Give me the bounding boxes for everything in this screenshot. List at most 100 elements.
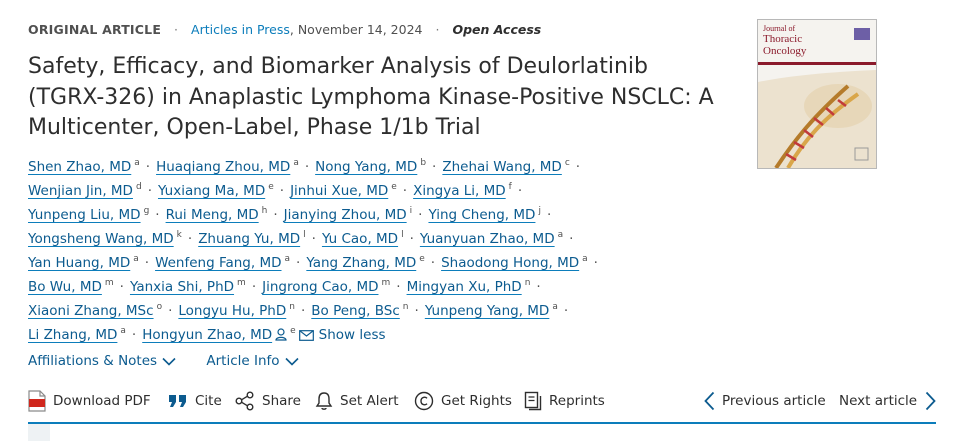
author-name[interactable]: Yu Cao, MD [322, 231, 398, 247]
affiliation-marker[interactable]: n [403, 302, 409, 312]
reprints-icon [524, 391, 542, 411]
affiliation-marker[interactable]: a [133, 254, 139, 264]
content-tab-start [28, 424, 50, 441]
affiliation-marker[interactable]: h [262, 206, 268, 216]
previous-article-button[interactable]: Previous article [704, 388, 826, 414]
cover-line: Thoracic [763, 33, 803, 45]
affiliation-marker[interactable]: i [410, 206, 413, 216]
author-separator: · [536, 279, 541, 295]
affiliation-marker[interactable]: o [157, 302, 163, 312]
author-name[interactable]: Jianying Zhou, MD [284, 207, 407, 223]
affiliation-marker[interactable]: e [391, 182, 397, 192]
author-separator: · [145, 159, 151, 175]
affiliation-marker[interactable]: a [285, 254, 291, 264]
next-article-button[interactable]: Next article [839, 388, 936, 414]
affiliation-marker[interactable]: m [381, 278, 390, 288]
author-name[interactable]: Mingyan Xu, PhD [407, 279, 522, 295]
mail-icon[interactable] [298, 330, 314, 341]
articles-in-press-link[interactable]: Articles in Press [191, 22, 290, 37]
author-name[interactable]: Wenjian Jin, MD [28, 183, 133, 199]
affiliation-marker[interactable]: a [293, 158, 299, 168]
author-rows: Shen Zhao, MD a · Huaqiang Zhou, MD a · Nong Y… [28, 151, 728, 319]
affiliation-marker[interactable]: e [419, 254, 425, 264]
author-list: Shen Zhao, MD a · Huaqiang Zhou, MD a · Nong Y… [28, 151, 728, 343]
author-name[interactable]: Bo Wu, MD [28, 279, 102, 295]
author-name[interactable]: Wenfeng Fang, MD [155, 255, 281, 271]
author-name[interactable]: Yunpeng Yang, MD [425, 303, 550, 319]
author-name[interactable]: Zhuang Yu, MD [198, 231, 300, 247]
affiliation-marker[interactable]: b [420, 158, 426, 168]
author-name[interactable]: Nong Yang, MD [315, 159, 417, 175]
affiliation-marker[interactable]: e [290, 326, 296, 336]
affiliation-marker[interactable]: a [582, 254, 588, 264]
next-article-label: Next article [839, 393, 918, 409]
author-name[interactable]: Xingya Li, MD [413, 183, 506, 199]
affiliation-marker[interactable]: c [565, 158, 570, 168]
author-name[interactable]: Yanxia Shi, PhD [130, 279, 234, 295]
affiliation-marker[interactable]: a [120, 326, 126, 336]
author-name[interactable]: Yuanyuan Zhao, MD [420, 231, 555, 247]
affiliation-marker[interactable]: k [177, 230, 182, 240]
affiliation-marker[interactable]: n [289, 302, 295, 312]
share-button[interactable]: Share [235, 388, 301, 414]
author-separator: · [187, 231, 193, 247]
affiliation-marker[interactable]: a [134, 158, 140, 168]
author-row: Yongsheng Wang, MD k · Zhuang Yu, MD l · Yu Ca… [28, 223, 728, 247]
author-separator: · [409, 231, 414, 247]
reprints-button[interactable]: Reprints [524, 388, 605, 414]
download-pdf-button[interactable]: Download PDF [28, 388, 151, 414]
author-separator: · [155, 207, 160, 223]
affiliation-marker[interactable]: m [237, 278, 246, 288]
affiliation-marker[interactable]: g [144, 206, 150, 216]
author-separator: · [147, 183, 152, 199]
affiliation-marker[interactable]: a [552, 302, 558, 312]
author-name[interactable]: Jingrong Cao, MD [262, 279, 378, 295]
show-less-link[interactable]: Show less [319, 327, 386, 343]
author-name[interactable]: Shaodong Hong, MD [441, 255, 579, 271]
author-separator: · [432, 159, 437, 175]
author-name[interactable]: Jinhui Xue, MD [290, 183, 388, 199]
affiliation-marker[interactable]: d [136, 182, 142, 192]
affiliation-marker[interactable]: l [401, 230, 404, 240]
article-info-toggle[interactable]: Article Info [206, 353, 299, 369]
previous-article-label: Previous article [722, 393, 826, 409]
affiliation-marker[interactable]: m [105, 278, 114, 288]
author-row: Li Zhang, MD a · Hongyun Zhao, MD e Show less [28, 319, 728, 343]
chevron-down-icon [162, 357, 176, 366]
get-rights-label: Get Rights [441, 393, 512, 409]
author-name[interactable]: Huaqiang Zhou, MD [156, 159, 290, 175]
cite-button[interactable]: Cite [168, 388, 222, 414]
set-alert-button[interactable]: Set Alert [315, 388, 399, 414]
author-name[interactable]: Xiaoni Zhang, MSc [28, 303, 154, 319]
journal-cover-image[interactable]: Journal of Thoracic Oncology [757, 19, 877, 169]
author-name[interactable]: Yuxiang Ma, MD [158, 183, 265, 199]
author-name[interactable]: Shen Zhao, MD [28, 159, 131, 175]
affiliation-marker[interactable]: e [268, 182, 274, 192]
affiliation-marker[interactable]: f [509, 182, 512, 192]
author-separator: · [131, 327, 137, 343]
author-name[interactable]: Yang Zhang, MD [306, 255, 416, 271]
get-rights-button[interactable]: Get Rights [414, 388, 512, 414]
affiliations-notes-toggle[interactable]: Affiliations & Notes [28, 353, 176, 369]
author-name[interactable]: Rui Meng, MD [166, 207, 259, 223]
person-icon[interactable] [275, 328, 287, 341]
author-name[interactable]: Zhehai Wang, MD [442, 159, 562, 175]
author-name[interactable]: Yongsheng Wang, MD [28, 231, 174, 247]
author-separator: · [593, 255, 598, 271]
author-row: Yunpeng Liu, MD g · Rui Meng, MD h · Jianying … [28, 199, 728, 223]
author-name[interactable]: Longyu Hu, PhD [178, 303, 286, 319]
article-meta: ORIGINAL ARTICLE · Articles in Press, No… [28, 22, 541, 37]
author-name[interactable]: Yan Huang, MD [28, 255, 130, 271]
author-name[interactable]: Bo Peng, BSc [311, 303, 400, 319]
affiliation-marker[interactable]: n [525, 278, 531, 288]
author-name[interactable]: Yunpeng Liu, MD [28, 207, 141, 223]
affiliation-marker[interactable]: l [303, 230, 306, 240]
author-name[interactable]: Ying Cheng, MD [428, 207, 535, 223]
author-name[interactable]: Li Zhang, MD [28, 327, 117, 343]
affiliation-marker[interactable]: j [538, 206, 541, 216]
affiliation-marker[interactable]: a [558, 230, 564, 240]
corresponding-author-name[interactable]: Hongyun Zhao, MD [142, 327, 272, 343]
author-row: Bo Wu, MD m · Yanxia Shi, PhD m · Jingrong Cao… [28, 271, 728, 295]
author-separator: · [273, 207, 278, 223]
author-separator: · [168, 303, 173, 319]
